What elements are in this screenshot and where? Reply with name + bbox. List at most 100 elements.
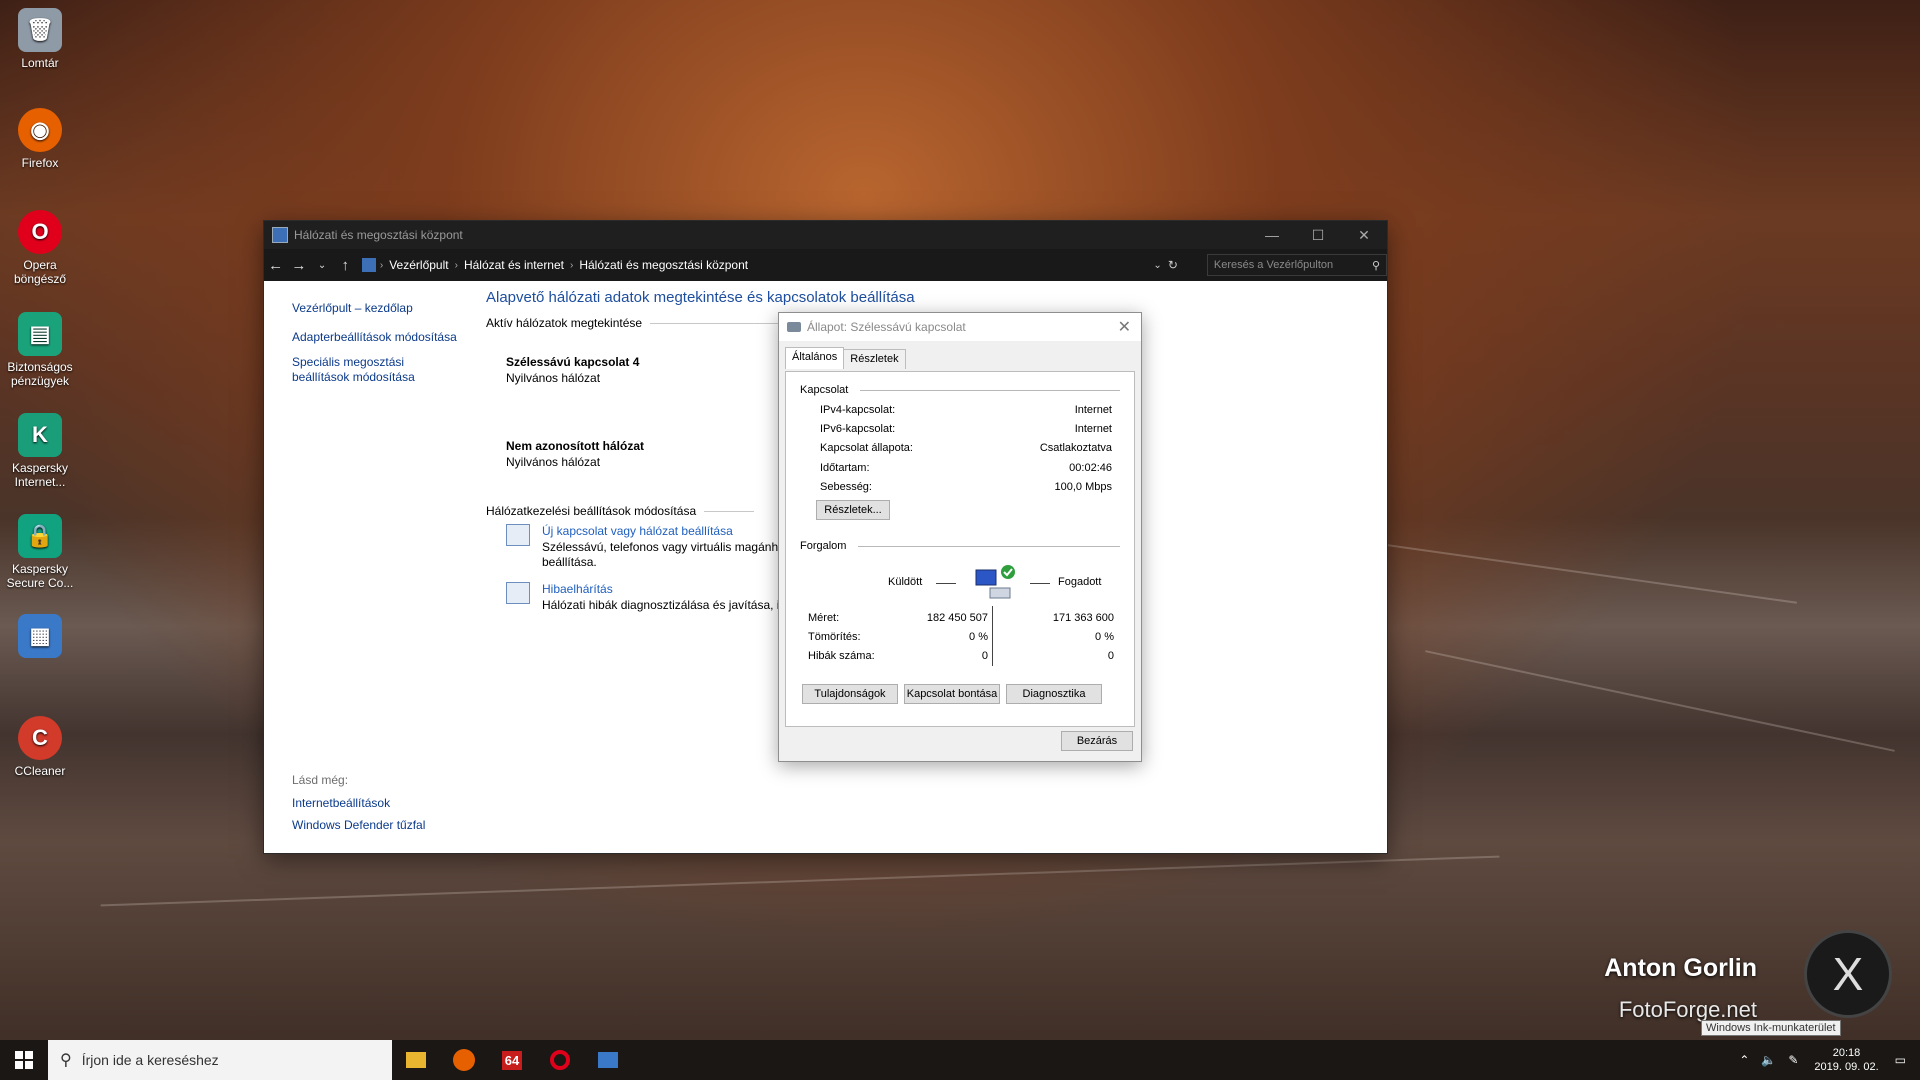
- desktop-icon-firefox[interactable]: ◉ Firefox: [4, 108, 76, 170]
- file-explorer-icon: [406, 1052, 426, 1068]
- row-label: Tömörítés:: [808, 631, 861, 643]
- sidebar-link-adapter-settings[interactable]: Adapterbeállítások módosítása: [292, 330, 462, 345]
- see-also-label: Lásd még:: [292, 773, 349, 787]
- ccleaner-icon: C: [18, 716, 62, 760]
- task-link-new-connection[interactable]: Új kapcsolat vagy hálózat beállítása: [542, 524, 787, 538]
- control-panel-icon: [598, 1052, 618, 1068]
- row-label: Kapcsolat állapota:: [820, 442, 913, 454]
- task-description-cont: beállítása.: [542, 555, 597, 569]
- minimize-button[interactable]: —: [1249, 227, 1295, 244]
- address-toolbar: ← → ⌄ ↑ › Vezérlőpult › Hálózat és inter…: [264, 249, 1387, 281]
- forward-arrow-icon[interactable]: →: [287, 257, 310, 274]
- window-titlebar[interactable]: Hálózati és megosztási központ — ☐ ✕: [264, 221, 1387, 249]
- search-input[interactable]: Keresés a Vezérlőpulton ⚲: [1206, 254, 1387, 276]
- desktop-icon-label: Kaspersky Internet...: [11, 461, 69, 489]
- taskbar-opera[interactable]: [536, 1040, 584, 1080]
- received-value: 0 %: [1095, 631, 1114, 643]
- kaspersky-secure-icon: 🔒: [18, 514, 62, 558]
- windows-logo-icon: [15, 1051, 33, 1069]
- maximize-button[interactable]: ☐: [1295, 227, 1341, 244]
- pen-ink-icon[interactable]: ✎: [1788, 1053, 1798, 1067]
- refresh-icon[interactable]: ↻: [1168, 258, 1178, 272]
- sidebar-link-home[interactable]: Vezérlőpult – kezdőlap: [292, 301, 462, 316]
- close-button[interactable]: ✕: [1341, 227, 1387, 244]
- see-also-internet-options[interactable]: Internetbeállítások: [292, 796, 425, 810]
- desktop-icon-label: Firefox: [21, 156, 59, 170]
- dialog-close-icon[interactable]: ✕: [1118, 317, 1131, 337]
- connection-group-header: Kapcsolat: [800, 384, 1120, 396]
- dialog-title: Állapot: Szélessávú kapcsolat: [807, 320, 966, 334]
- connection-group-label: Kapcsolat: [800, 384, 849, 396]
- properties-button[interactable]: Tulajdonságok: [802, 684, 898, 704]
- row-label: IPv6-kapcsolat:: [820, 423, 896, 435]
- clock[interactable]: 20:18 2019. 09. 02.: [1814, 1046, 1878, 1074]
- back-arrow-icon[interactable]: ←: [264, 257, 287, 274]
- breadcrumb-network-internet[interactable]: Hálózat és internet: [464, 258, 564, 272]
- up-arrow-icon[interactable]: ↑: [334, 257, 357, 274]
- connection-status-dialog: Állapot: Szélessávú kapcsolat ✕ Általáno…: [778, 312, 1142, 762]
- diagnose-button[interactable]: Diagnosztika: [1006, 684, 1102, 704]
- network-computers-icon: [974, 564, 1018, 604]
- general-tab-panel: Kapcsolat IPv4-kapcsolat: Internet IPv6-k…: [785, 371, 1135, 727]
- desktop-icon-kaspersky-secure[interactable]: 🔒 Kaspersky Secure Co...: [4, 514, 76, 590]
- desktop-icon-recycle-bin[interactable]: 🗑 Lomtár: [4, 8, 76, 70]
- row-value: 100,0 Mbps: [1054, 481, 1112, 493]
- task-description: Szélessávú, telefonos vagy virtuális mag…: [542, 540, 788, 554]
- desktop-icon-safe-money[interactable]: ▤ Biztonságos pénzügyek: [4, 312, 76, 388]
- desktop-icon-label: Kaspersky Secure Co...: [6, 562, 74, 590]
- troubleshoot-icon: [506, 582, 530, 604]
- taskbar-control-panel[interactable]: [584, 1040, 632, 1080]
- disconnect-button[interactable]: Kapcsolat bontása: [904, 684, 1000, 704]
- row-label: Időtartam:: [820, 462, 870, 474]
- taskbar-search-input[interactable]: ⚲ Írjon ide a kereséshez: [48, 1040, 392, 1080]
- row-label: Sebesség:: [820, 481, 872, 493]
- breadcrumb-chevron-icon: ›: [454, 259, 458, 271]
- network-center-icon: [272, 227, 288, 243]
- dialog-titlebar[interactable]: Állapot: Szélessávú kapcsolat ✕: [779, 313, 1141, 341]
- close-dialog-button[interactable]: Bezárás: [1061, 731, 1133, 751]
- tab-general[interactable]: Általános: [785, 347, 845, 369]
- desktop-icon-control-panel[interactable]: ▦: [4, 614, 76, 662]
- active-networks-label: Aktív hálózatok megtekintése: [486, 316, 643, 330]
- row-value: Internet: [1074, 423, 1112, 435]
- connection-icon: [787, 322, 801, 332]
- taskbar-firefox[interactable]: [440, 1040, 488, 1080]
- action-center-icon[interactable]: ▭: [1895, 1053, 1906, 1067]
- see-also-defender-firewall[interactable]: Windows Defender tűzfal: [292, 818, 425, 832]
- see-also-section: Lásd még: Internetbeállítások Windows De…: [292, 773, 425, 840]
- show-hidden-icons-chevron-icon[interactable]: ⌃: [1739, 1053, 1749, 1067]
- taskbar: ⚲ Írjon ide a kereséshez 64 ⌃ 🔈 ✎ 20:18 …: [0, 1040, 1920, 1080]
- connection-row: Kapcsolat állapota: Csatlakoztatva: [820, 442, 1112, 454]
- sidebar-link-advanced-sharing[interactable]: Speciális megosztási beállítások módosít…: [292, 355, 462, 385]
- windows-ink-dial-icon[interactable]: X: [1804, 930, 1892, 1018]
- tab-details[interactable]: Részletek: [843, 349, 906, 369]
- taskbar-aida64[interactable]: 64: [488, 1040, 536, 1080]
- details-button[interactable]: Részletek...: [816, 500, 890, 520]
- desktop-icon-kaspersky-internet[interactable]: K Kaspersky Internet...: [4, 413, 76, 489]
- desktop-icon-ccleaner[interactable]: C CCleaner: [4, 716, 76, 778]
- safe-money-icon: ▤: [18, 312, 62, 356]
- traffic-group-label: Forgalom: [800, 540, 847, 552]
- received-value: 0: [1107, 650, 1114, 662]
- control-panel-shortcut-icon: ▦: [18, 614, 62, 658]
- start-button[interactable]: [0, 1040, 48, 1080]
- page-title: Alapvető hálózati adatok megtekintése és…: [486, 289, 915, 306]
- sent-value: 0 %: [969, 631, 988, 643]
- search-icon: ⚲: [1371, 259, 1380, 272]
- recent-locations-chevron-icon[interactable]: ⌄: [310, 260, 333, 271]
- breadcrumb-control-panel[interactable]: Vezérlőpult: [389, 258, 448, 272]
- row-value: Internet: [1074, 404, 1112, 416]
- breadcrumb-chevron-icon: ›: [379, 259, 384, 271]
- taskbar-search-placeholder: Írjon ide a kereséshez: [81, 1052, 219, 1068]
- taskbar-file-explorer[interactable]: [392, 1040, 440, 1080]
- breadcrumb-network-sharing-center[interactable]: Hálózati és megosztási központ: [579, 258, 748, 272]
- traffic-group-header: Forgalom: [800, 540, 1120, 552]
- row-label: Méret:: [808, 612, 840, 624]
- desktop-icon-label: CCleaner: [14, 764, 66, 778]
- task-link-troubleshoot[interactable]: Hibaelhárítás: [542, 582, 791, 596]
- address-bar[interactable]: › Vezérlőpult › Hálózat és internet › Há…: [356, 253, 1185, 277]
- address-dropdown-icon[interactable]: ⌄: [1153, 260, 1161, 271]
- volume-icon[interactable]: 🔈: [1761, 1053, 1776, 1067]
- sent-label: Küldött: [888, 576, 923, 588]
- desktop-icon-opera[interactable]: O Opera böngésző: [4, 210, 76, 286]
